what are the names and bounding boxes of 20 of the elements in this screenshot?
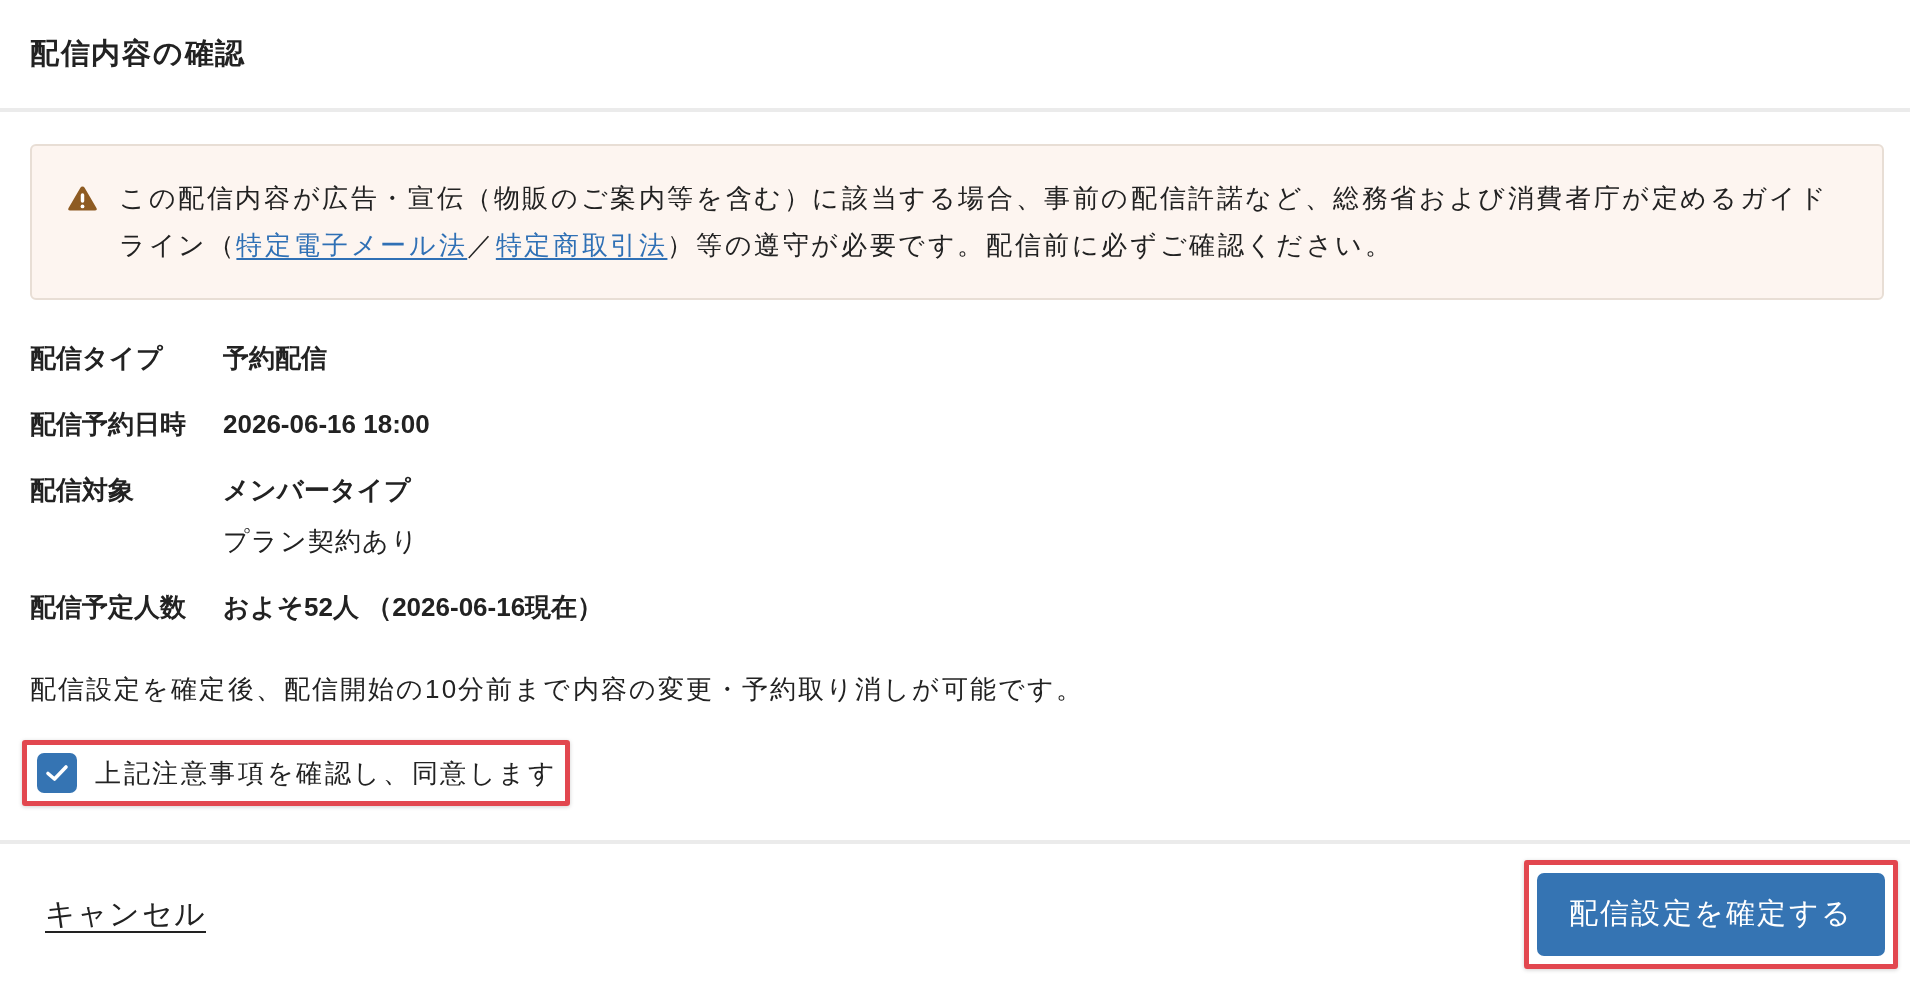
check-icon bbox=[45, 764, 69, 782]
law-link[interactable]: 特定電子メール法 bbox=[236, 230, 468, 260]
checkbox-label[interactable]: 上記注意事項を確認し、同意します bbox=[95, 753, 558, 793]
detail-value: 予約配信 bbox=[223, 342, 327, 375]
detail-label: 配信予約日時 bbox=[30, 408, 187, 441]
detail-label: 配信対象 bbox=[30, 474, 135, 507]
detail-value: メンバータイプ bbox=[223, 474, 412, 507]
notice-text: この配信内容が広告・宣伝（物販のご案内等を含む）に該当する場合、事前の配信許諾など、総務省および消費者庁が定めるガイドライン（特定電子メール法／特定商取引法）等の遵守が必要です。配信前に必ずご確認ください。 bbox=[119, 182, 1830, 262]
warning-icon bbox=[67, 185, 98, 212]
detail-value: プラン契約あり bbox=[223, 525, 420, 558]
detail-value: およそ52人 （2026-06-16現在） bbox=[223, 591, 604, 624]
detail-value: 2026-06-16 18:00 bbox=[223, 408, 430, 441]
cancel-link[interactable]: キャンセル bbox=[45, 894, 206, 934]
checkbox[interactable] bbox=[37, 753, 77, 793]
detail-label: 配信予定人数 bbox=[30, 591, 187, 624]
note-text: 配信設定を確定後、配信開始の10分前まで内容の変更・予約取り消しが可能です。 bbox=[30, 673, 1085, 706]
law-link[interactable]: 特定商取引法 bbox=[495, 230, 668, 260]
confirm-button[interactable]: 配信設定を確定する bbox=[1537, 872, 1885, 956]
dialog-title: 配信内容の確認 bbox=[30, 36, 247, 72]
detail-label: 配信タイプ bbox=[30, 342, 164, 375]
